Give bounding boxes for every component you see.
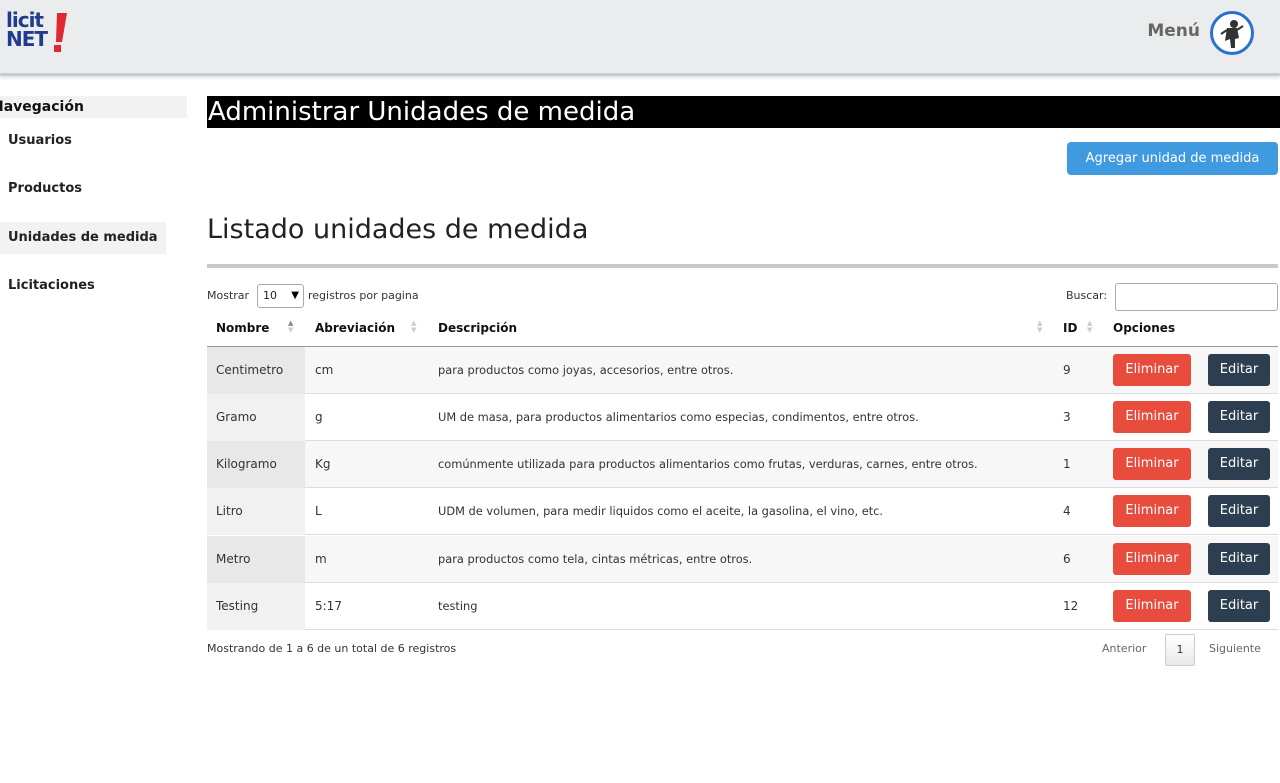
edit-button[interactable]: Editar <box>1208 401 1270 433</box>
cell-nombre: Centimetro <box>207 347 305 394</box>
cell-descripcion: para productos como tela, cintas métrica… <box>438 552 753 566</box>
table-row: Centimetro cm para productos como joyas,… <box>207 347 1278 394</box>
column-header-label: Abreviación <box>315 321 395 335</box>
cell-descripcion: para productos como joyas, accesorios, e… <box>438 363 734 377</box>
exclamation-icon <box>54 13 67 52</box>
menu-label[interactable]: Menú <box>1147 21 1200 41</box>
page-title: Administrar Unidades de medida <box>207 96 1280 128</box>
cell-abreviacion: g <box>315 410 323 424</box>
table-row: Metro m para productos como tela, cintas… <box>207 536 1278 583</box>
edit-button[interactable]: Editar <box>1208 543 1270 575</box>
table-row: Litro L UDM de volumen, para medir liqui… <box>207 488 1278 535</box>
sort-icon: ▲ ▼ <box>1087 319 1093 334</box>
add-unit-button[interactable]: Agregar unidad de medida <box>1067 142 1278 175</box>
search-label: Buscar: <box>1066 289 1108 302</box>
edit-button[interactable]: Editar <box>1208 354 1270 386</box>
cell-descripcion: testing <box>438 599 478 613</box>
column-header-opciones: Opciones <box>1113 316 1175 346</box>
sort-icon: ▲ ▼ <box>411 319 417 334</box>
cell-descripcion: UDM de volumen, para medir liquidos como… <box>438 504 884 518</box>
cell-abreviacion: Kg <box>315 457 331 471</box>
cell-nombre: Litro <box>207 488 305 535</box>
cell-nombre: Kilogramo <box>207 441 305 488</box>
cell-id: 9 <box>1063 363 1071 377</box>
cell-descripcion: UM de masa, para productos alimentarios … <box>438 410 919 424</box>
edit-button[interactable]: Editar <box>1208 590 1270 622</box>
table-info: Mostrando de 1 a 6 de un total de 6 regi… <box>207 642 457 655</box>
cell-id: 4 <box>1063 504 1071 518</box>
table-header: Nombre ▲ ▼ Abreviación ▲ ▼ Descripción ▲ ▼ … <box>207 316 1278 347</box>
delete-button[interactable]: Eliminar <box>1113 448 1191 480</box>
cell-abreviacion: 5:17 <box>315 599 342 613</box>
sort-icon: ▲ ▼ <box>1037 319 1043 334</box>
sidebar-title: Navegación <box>0 96 187 118</box>
pagination-page-1[interactable]: 1 <box>1165 634 1195 666</box>
list-title: Listado unidades de medida <box>207 214 589 245</box>
delete-button[interactable]: Eliminar <box>1113 401 1191 433</box>
sidebar-item-usuarios[interactable]: Usuarios <box>0 125 80 157</box>
delete-button[interactable]: Eliminar <box>1113 495 1191 527</box>
search-input[interactable] <box>1115 283 1278 311</box>
delete-button[interactable]: Eliminar <box>1113 354 1191 386</box>
table-row: Testing 5:17 testing 12 Eliminar Editar <box>207 583 1278 630</box>
column-header-id[interactable]: ID <box>1063 316 1077 346</box>
pagination-next[interactable]: Siguiente <box>1209 642 1261 655</box>
column-header-label: Opciones <box>1113 321 1176 335</box>
cell-abreviacion: L <box>315 504 322 518</box>
cell-nombre: Testing <box>207 583 305 630</box>
column-header-label: ID <box>1063 321 1078 335</box>
column-header-nombre[interactable]: Nombre <box>216 316 269 346</box>
chevron-down-icon: ▼ <box>291 290 299 301</box>
logo-text-bottom: NET <box>6 27 48 51</box>
top-header: licit NET Menú <box>0 0 1280 76</box>
length-prefix-label: Mostrar <box>207 289 250 302</box>
delete-button[interactable]: Eliminar <box>1113 543 1191 575</box>
cell-descripcion: comúnmente utilizada para productos alim… <box>438 457 978 471</box>
cell-nombre: Gramo <box>207 394 305 441</box>
cell-id: 1 <box>1063 457 1071 471</box>
cell-abreviacion: cm <box>315 363 334 377</box>
table-row: Kilogramo Kg comúnmente utilizada para p… <box>207 441 1278 488</box>
column-header-label: Nombre <box>216 321 270 335</box>
sidebar-title-text: Navegación <box>0 99 84 115</box>
pagination-prev[interactable]: Anterior <box>1102 642 1146 655</box>
divider <box>207 264 1278 268</box>
sidebar-item-productos[interactable]: Productos <box>0 173 90 205</box>
sort-icon: ▲ ▼ <box>288 319 294 334</box>
edit-button[interactable]: Editar <box>1208 495 1270 527</box>
cell-id: 12 <box>1063 599 1079 613</box>
column-header-abreviacion[interactable]: Abreviación <box>315 316 395 346</box>
page-length-value: 10 <box>263 289 277 302</box>
user-avatar-icon[interactable] <box>1210 11 1254 55</box>
table-row: Gramo g UM de masa, para productos alime… <box>207 394 1278 441</box>
sidebar-item-licitaciones[interactable]: Licitaciones <box>0 270 103 302</box>
cell-id: 6 <box>1063 552 1071 566</box>
page-length-select[interactable]: 10 ▼ <box>257 284 304 308</box>
licitnet-logo[interactable]: licit NET <box>4 10 74 58</box>
cell-abreviacion: m <box>315 552 327 566</box>
cell-id: 3 <box>1063 410 1071 424</box>
column-header-label: Descripción <box>438 321 517 335</box>
column-header-descripcion[interactable]: Descripción <box>438 316 517 346</box>
delete-button[interactable]: Eliminar <box>1113 590 1191 622</box>
edit-button[interactable]: Editar <box>1208 448 1270 480</box>
cell-nombre: Metro <box>207 536 305 583</box>
sidebar-item-unidades-de-medida[interactable]: Unidades de medida <box>0 222 166 254</box>
length-suffix-label: registros por pagina <box>308 289 419 302</box>
